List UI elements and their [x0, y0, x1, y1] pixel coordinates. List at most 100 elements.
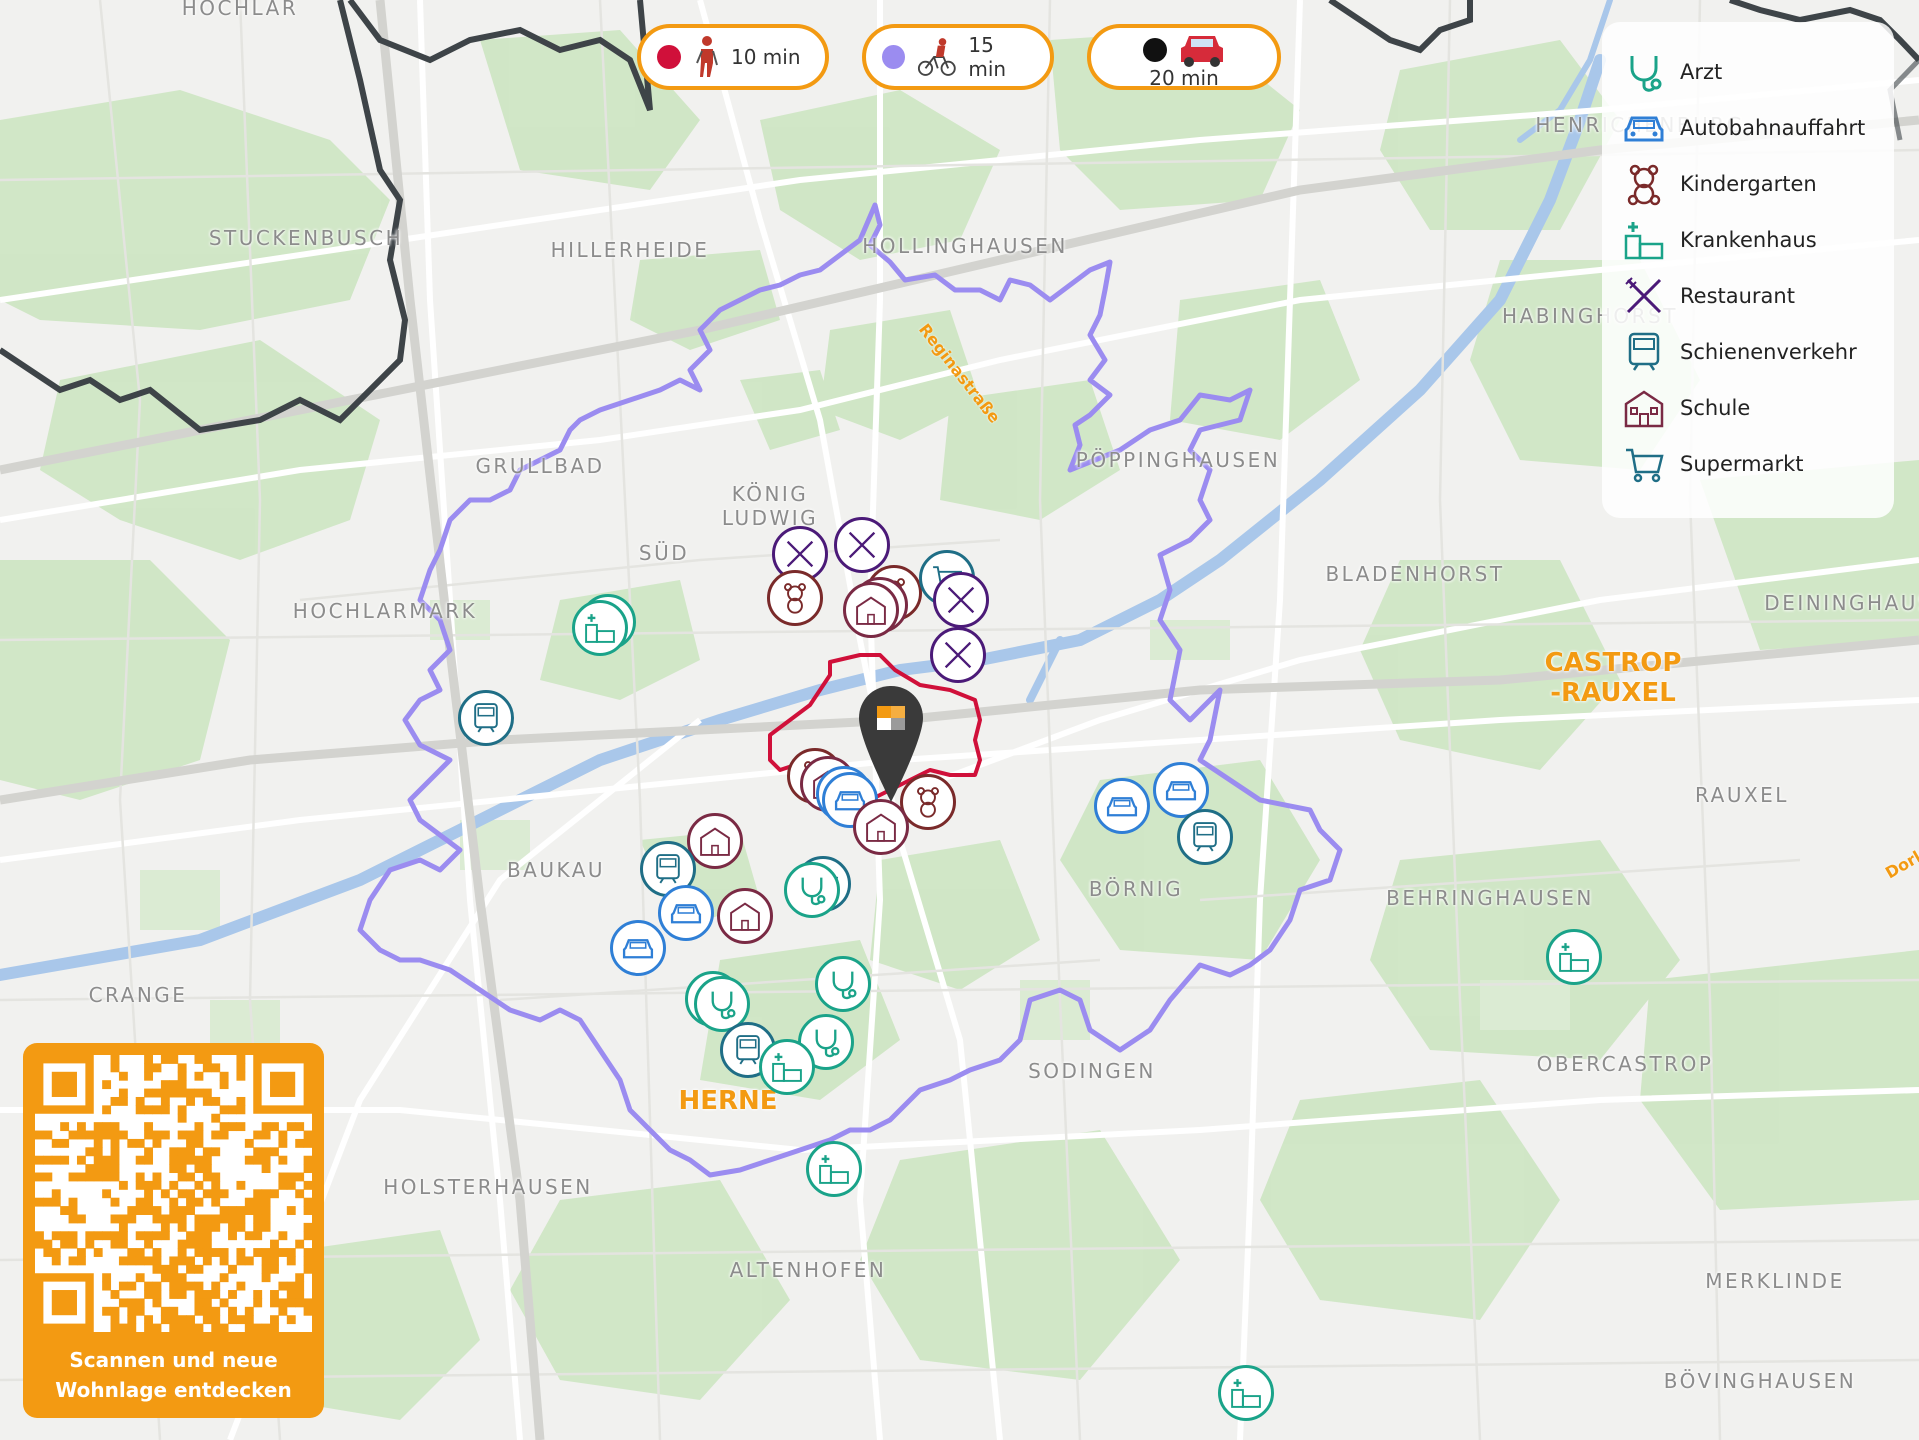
- walk-icon: [696, 36, 718, 77]
- poi-marker-stethoscope[interactable]: [784, 862, 840, 918]
- place-label: HOLSTERHAUSEN: [383, 1175, 593, 1199]
- stethoscope-icon: [832, 971, 857, 1000]
- bike-color-dot: [882, 45, 905, 69]
- poi-marker-train[interactable]: [1177, 809, 1233, 865]
- qr-caption: Scannen und neue Wohnlage entdecken: [23, 1345, 324, 1405]
- hospital-icon: [772, 1053, 802, 1082]
- poi-marker-school[interactable]: [687, 813, 743, 869]
- city-label-herne: HERNE: [678, 1086, 778, 1116]
- car-icon: [1624, 116, 1664, 142]
- qr-code[interactable]: [35, 1055, 313, 1333]
- place-label: CRANGE: [88, 983, 188, 1007]
- legend-item-restaurant[interactable]: Restaurant: [1622, 274, 1795, 318]
- poi-marker-school[interactable]: [843, 582, 899, 638]
- legend-label: Kindergarten: [1680, 172, 1817, 196]
- place-label: BLADENHORST: [1325, 562, 1505, 586]
- poi-marker-hospital[interactable]: [806, 1141, 862, 1197]
- poi-marker-teddy-bear[interactable]: [767, 570, 823, 626]
- poi-marker-car[interactable]: [610, 920, 666, 976]
- car-icon: [1106, 797, 1138, 817]
- stethoscope-icon: [801, 877, 826, 906]
- place-label: BEHRINGHAUSEN: [1386, 886, 1594, 910]
- chip-walk-10min[interactable]: 10 min: [637, 24, 829, 90]
- place-label: PÖPPINGHAUSEN: [1075, 448, 1281, 472]
- poi-marker-fork-knife[interactable]: [933, 572, 989, 628]
- poi-marker-hospital[interactable]: [572, 600, 628, 656]
- fork-knife-icon: [786, 540, 814, 568]
- poi-marker-car[interactable]: [658, 885, 714, 941]
- place-label: GRULLBAD: [475, 454, 605, 478]
- teddy-bear-icon: [783, 583, 807, 614]
- legend-item-schienenverkehr[interactable]: Schienenverkehr: [1622, 330, 1857, 374]
- city-label-castrop-rauxel: CASTROP-RAUXEL: [1543, 648, 1683, 708]
- car-icon: [1181, 36, 1223, 67]
- qr-promo-box[interactable]: Scannen und neue Wohnlage entdecken: [23, 1043, 324, 1418]
- place-label: HOCHLAR: [181, 0, 299, 20]
- place-label: MERKLINDE: [1705, 1269, 1845, 1293]
- school-icon: [866, 813, 896, 842]
- poi-marker-stethoscope[interactable]: [815, 956, 871, 1012]
- legend-item-autobahnauffahrt[interactable]: Autobahnauffahrt: [1622, 106, 1865, 150]
- poi-marker-hospital[interactable]: [1546, 929, 1602, 985]
- hospital-icon: [819, 1155, 849, 1184]
- place-label: ALTENHOFEN: [729, 1258, 887, 1282]
- fork-knife-icon: [947, 586, 975, 614]
- fork-knife-icon: [848, 531, 876, 559]
- chip-car-label: 20 min: [1149, 66, 1219, 90]
- place-label: OBERCASTROP: [1536, 1052, 1714, 1076]
- chip-car-20min[interactable]: 20 min: [1087, 24, 1281, 90]
- place-label: DEININGHAUSEN: [1764, 591, 1919, 615]
- train-icon: [656, 854, 680, 884]
- poi-marker-hospital[interactable]: [759, 1039, 815, 1095]
- poi-marker-school[interactable]: [717, 888, 773, 944]
- poi-marker-fork-knife[interactable]: [834, 517, 890, 573]
- legend-item-schule[interactable]: Schule: [1622, 386, 1750, 430]
- chip-bike-15min[interactable]: 15 min: [862, 24, 1054, 90]
- poi-legend: Arzt Autobahnauffahrt Kindergarten Krank…: [1602, 22, 1894, 518]
- poi-marker-fork-knife[interactable]: [930, 627, 986, 683]
- train-icon: [1193, 822, 1217, 852]
- legend-item-arzt[interactable]: Arzt: [1622, 50, 1722, 94]
- hospital-icon: [585, 614, 615, 643]
- hospital-icon: [1231, 1379, 1261, 1408]
- car-color-dot: [1143, 38, 1167, 62]
- walk-color-dot: [657, 45, 681, 69]
- poi-marker-school[interactable]: [853, 799, 909, 855]
- fork-knife-icon: [1625, 277, 1662, 314]
- fork-knife-icon: [944, 641, 972, 669]
- poi-marker-car[interactable]: [1094, 778, 1150, 834]
- qr-code-pattern: [35, 1055, 313, 1333]
- place-label: HOLLINGHAUSEN: [862, 234, 1068, 258]
- location-pin-icon[interactable]: [857, 684, 925, 804]
- chip-bike-label: 15 min: [968, 33, 1007, 81]
- legend-label: Schule: [1680, 396, 1751, 420]
- place-label: BÖRNIG: [1088, 877, 1184, 901]
- legend-label: Supermarkt: [1680, 452, 1804, 476]
- chip-walk-label: 10 min: [731, 45, 801, 69]
- place-label: SÜD: [638, 541, 690, 565]
- place-label: RAUXEL: [1695, 783, 1789, 807]
- place-label: BAUKAU: [506, 858, 606, 882]
- poi-marker-train[interactable]: [458, 690, 514, 746]
- place-label-koenig-ludwig: KÖNIG LUDWIG: [721, 482, 819, 530]
- qr-caption-line1: Scannen und neue: [69, 1348, 278, 1372]
- place-label: HILLERHEIDE: [550, 238, 710, 262]
- stethoscope-icon: [815, 1029, 840, 1058]
- legend-item-supermarkt[interactable]: Supermarkt: [1622, 442, 1804, 486]
- legend-item-kindergarten[interactable]: Kindergarten: [1622, 162, 1817, 206]
- legend-label: Krankenhaus: [1680, 228, 1817, 252]
- legend-label: Restaurant: [1680, 284, 1795, 308]
- bike-icon: [917, 38, 956, 76]
- school-icon: [700, 827, 730, 856]
- city-label-text: CASTROP-RAUXEL: [1544, 648, 1682, 708]
- place-label: HOCHLARMARK: [292, 599, 478, 623]
- train-icon: [1628, 332, 1660, 371]
- school-icon: [1624, 390, 1664, 428]
- train-icon: [474, 703, 498, 733]
- hospital-icon: [1624, 222, 1664, 260]
- legend-label: Autobahnauffahrt: [1680, 116, 1866, 140]
- hospital-icon: [1559, 943, 1589, 972]
- poi-marker-hospital[interactable]: [1218, 1365, 1274, 1421]
- legend-item-krankenhaus[interactable]: Krankenhaus: [1622, 218, 1817, 262]
- qr-caption-line2: Wohnlage entdecken: [55, 1378, 292, 1402]
